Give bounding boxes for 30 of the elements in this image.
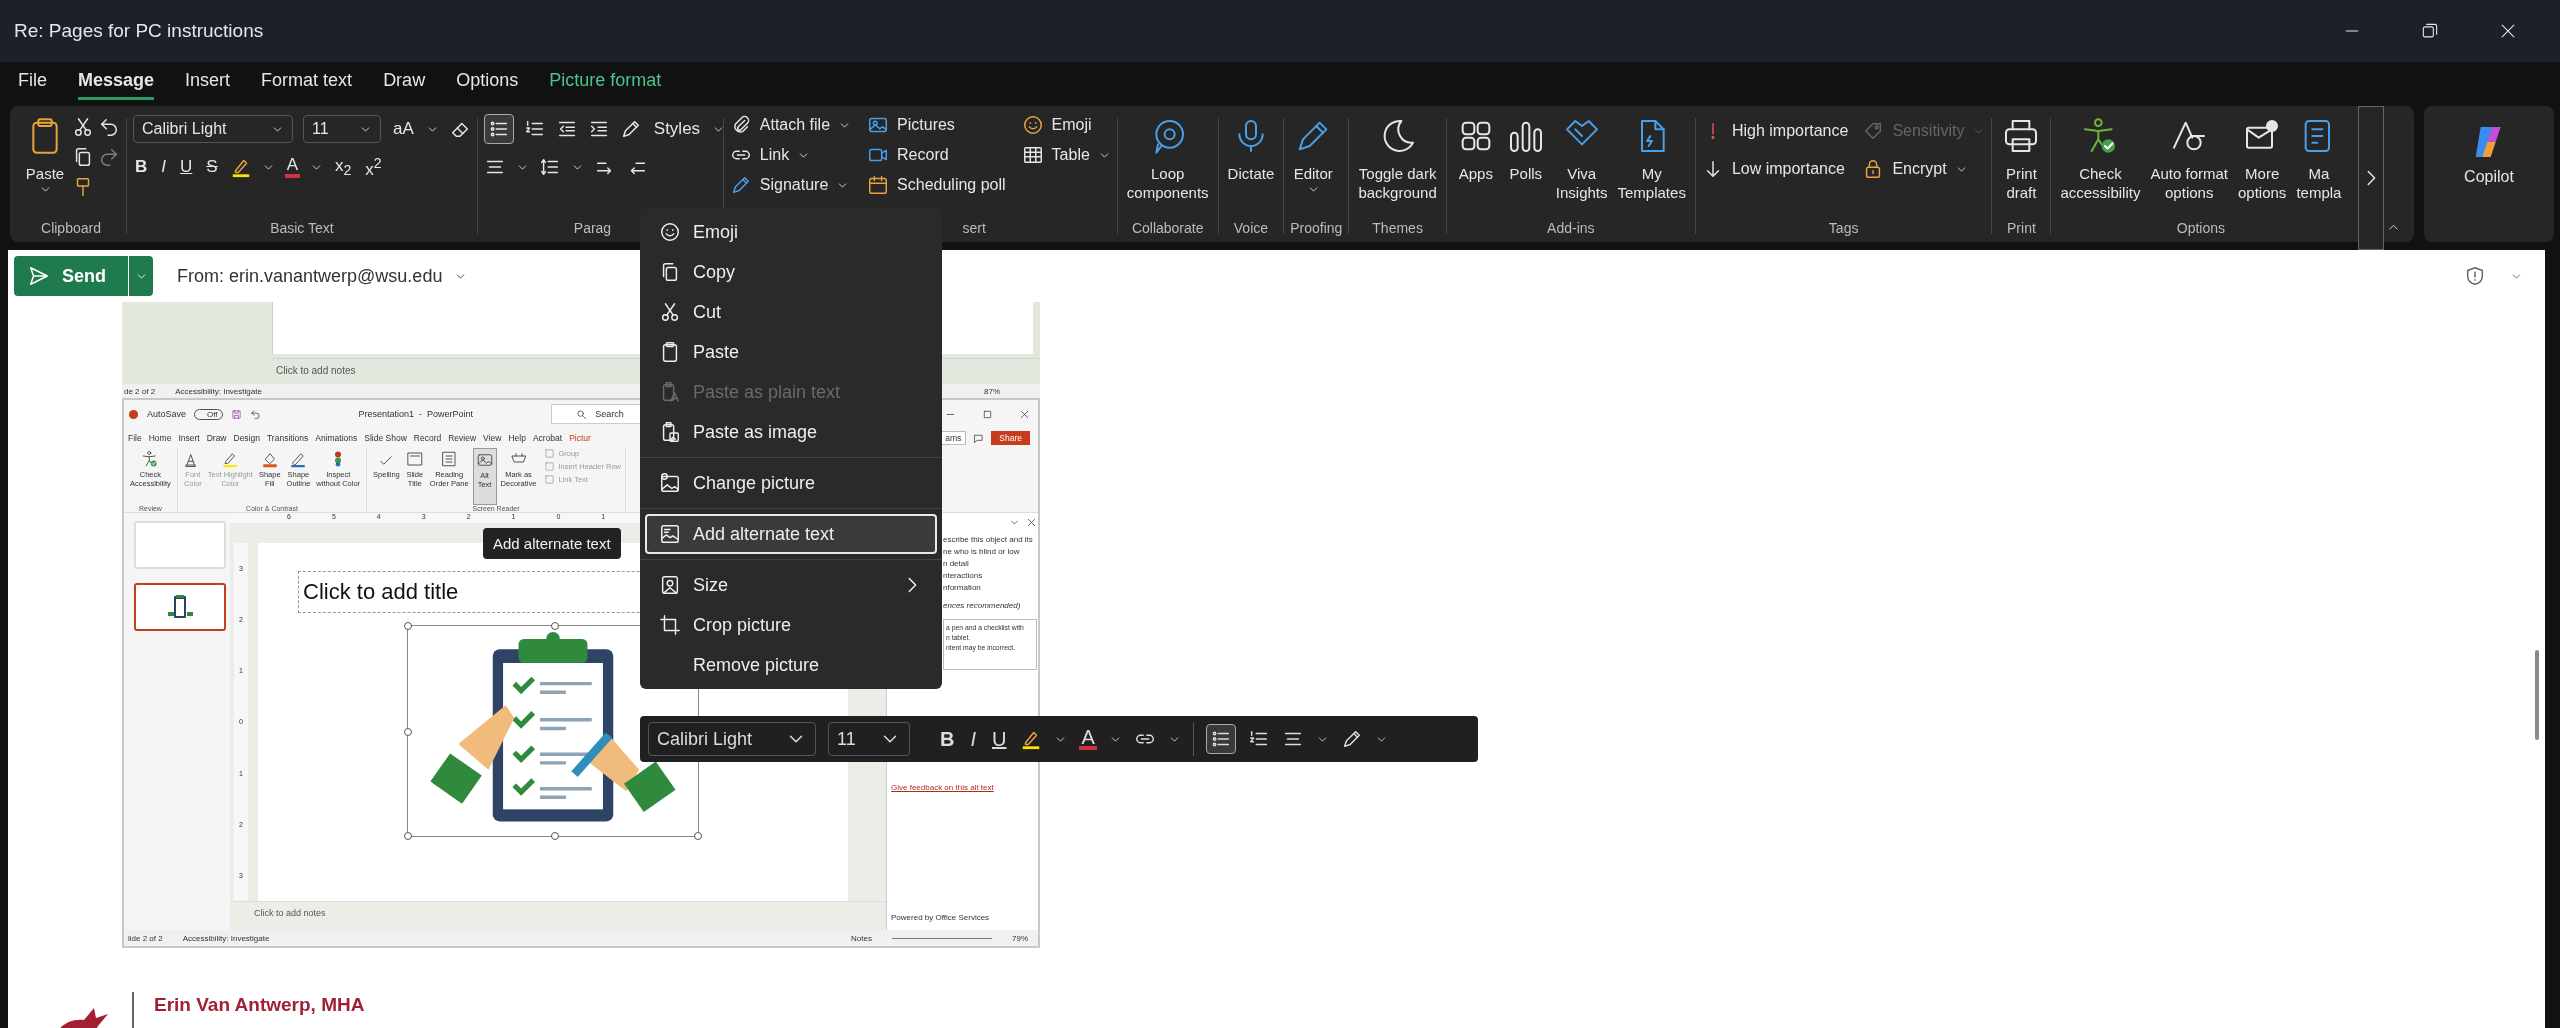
status-text: lide 2 of 2	[128, 933, 163, 943]
powered-by-text: Powered by Office Services	[891, 913, 991, 922]
group-label: sert	[962, 220, 986, 238]
document-title: Presentation1 - PowerPoint	[358, 409, 474, 419]
group-label: Tags	[1827, 220, 1860, 238]
group-label: Basic Text	[269, 220, 335, 238]
group-label: Proofing	[1290, 220, 1343, 238]
zoom-level: 87%	[984, 386, 1000, 396]
status-text: de 2 of 2	[124, 386, 156, 396]
signature-name: Erin Van Antwerp, MHA	[154, 994, 365, 1016]
pane-text: nteractions	[943, 571, 984, 580]
group-label: Options	[2175, 220, 2227, 238]
status-text: Accessibility: Investigate	[175, 386, 262, 396]
pane-text: escribe this object and its	[943, 535, 1034, 544]
tooltip: Add alternate text	[483, 528, 621, 559]
group-label: Collaborate	[1130, 220, 1205, 238]
pane-hint: ences recommended)	[943, 601, 1022, 610]
group-label: Voice	[1232, 220, 1270, 238]
zoom-level: 79%	[1012, 933, 1028, 943]
pane-text: nformation	[943, 583, 982, 592]
group-label: Parag	[573, 220, 612, 238]
group-label: Clipboard	[40, 220, 102, 238]
group-label: Print	[2006, 220, 2037, 238]
group-label: Themes	[1371, 220, 1424, 238]
group-label: Add-ins	[1546, 220, 1596, 238]
pane-text: ne who is blind or low	[943, 547, 1021, 556]
window-title: Re: Pages for PC instructions	[14, 20, 264, 42]
status-text: Accessibility: Investigate	[182, 933, 270, 943]
pane-text: n detail	[943, 559, 970, 568]
autosave-label: AutoSave	[147, 409, 187, 419]
